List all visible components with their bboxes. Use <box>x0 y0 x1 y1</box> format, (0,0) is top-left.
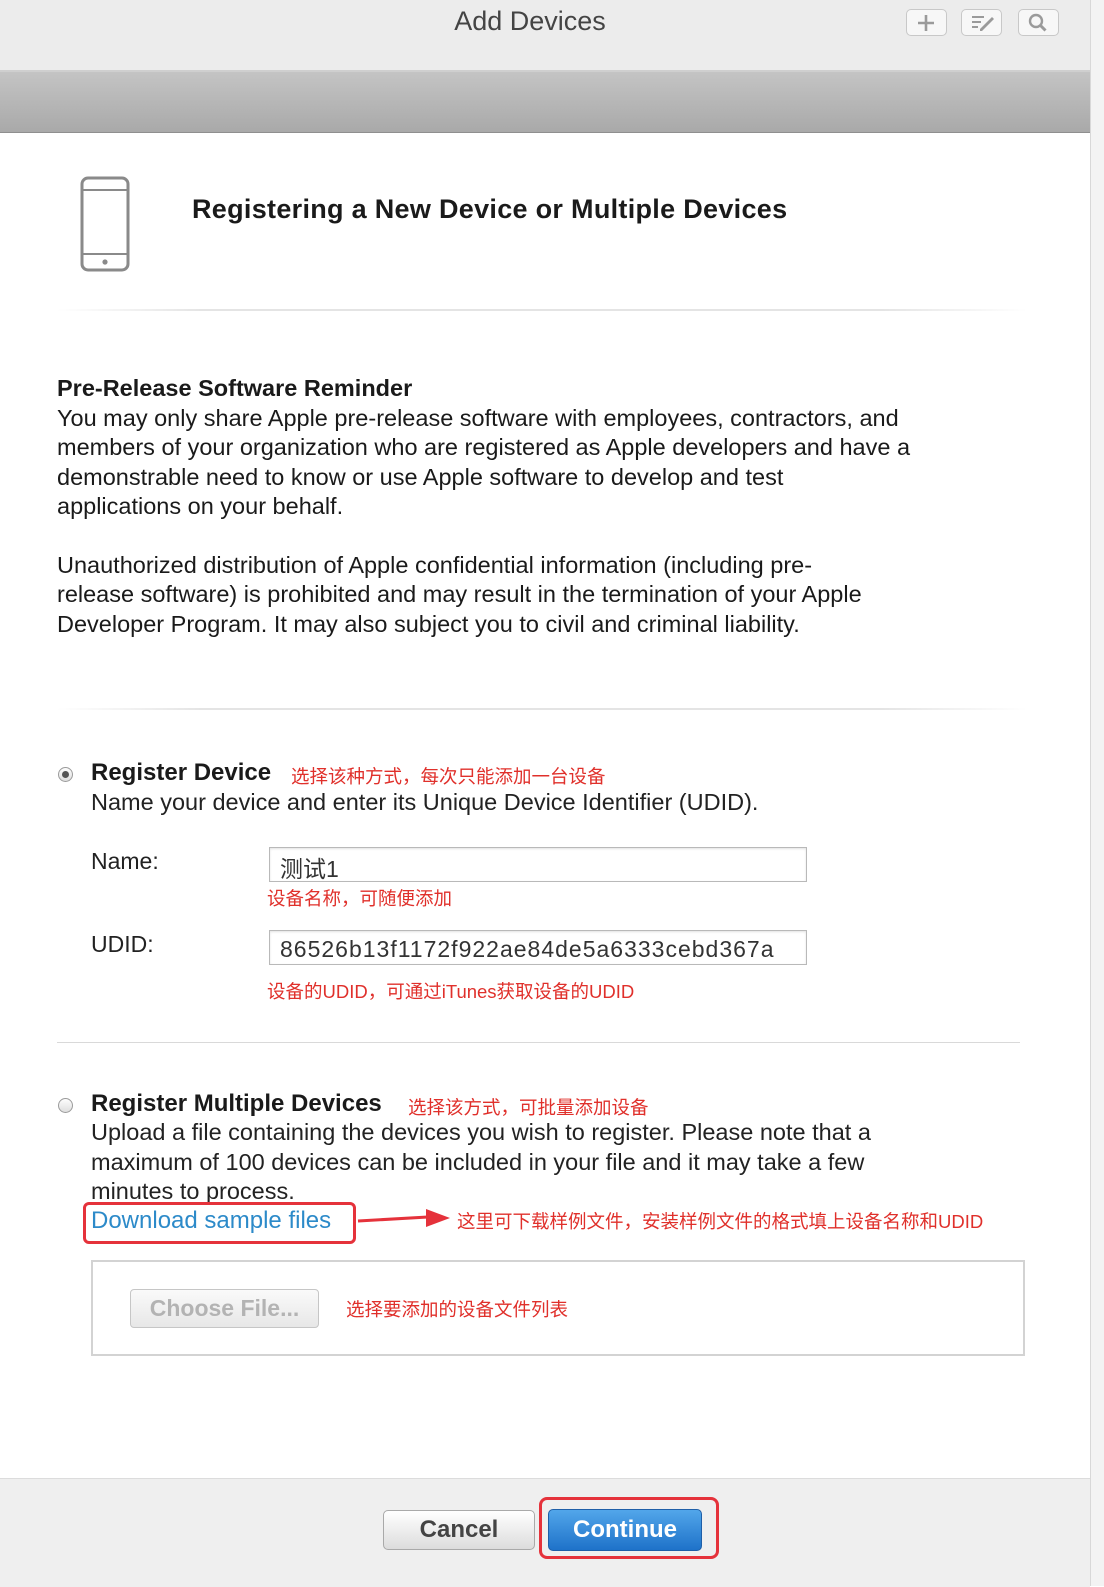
udid-label: UDID: <box>91 931 154 957</box>
download-sample-files-link[interactable]: Download sample files <box>91 1207 331 1235</box>
arrow-icon <box>356 1207 452 1238</box>
reminder-line: Developer Program. It may also subject y… <box>57 610 800 637</box>
name-label: Name: <box>91 848 159 874</box>
description-line: Upload a file containing the devices you… <box>91 1119 871 1145</box>
reminder-line: You may only share Apple pre-release sof… <box>57 404 899 431</box>
window-edge <box>1090 0 1104 1586</box>
title-bar: Add Devices <box>0 0 1090 72</box>
continue-button[interactable]: Continue <box>548 1509 702 1551</box>
window-title: Add Devices <box>454 6 606 36</box>
name-annotation: 设备名称，可随便添加 <box>267 888 453 909</box>
device-name-field[interactable] <box>280 853 796 880</box>
prerelease-reminder: Pre-Release Software Reminder You may on… <box>57 374 1017 639</box>
divider <box>57 708 1027 710</box>
reminder-line: members of your organization who are reg… <box>57 434 911 460</box>
reminder-title: Pre-Release Software Reminder <box>57 375 413 401</box>
udid-input[interactable] <box>269 930 807 965</box>
choose-file-annotation: 选择要添加的设备文件列表 <box>346 1299 569 1320</box>
register-multiple-description: Upload a file containing the devices you… <box>91 1118 871 1207</box>
reminder-line: Unauthorized distribution of Apple confi… <box>57 551 813 578</box>
page-title: Registering a New Device or Multiple Dev… <box>192 194 788 224</box>
divider <box>57 1042 1020 1043</box>
udid-annotation: 设备的UDID，可通过iTunes获取设备的UDID <box>267 981 635 1002</box>
edit-button[interactable] <box>961 9 1002 36</box>
register-device-description: Name your device and enter its Unique De… <box>91 789 759 815</box>
reminder-line: applications on your behalf. <box>57 493 344 519</box>
search-button[interactable] <box>1018 9 1059 36</box>
register-device-annotation: 选择该种方式，每次只能添加一台设备 <box>291 766 606 787</box>
download-annotation: 这里可下载样例文件，安装样例文件的格式填上设备名称和UDID <box>457 1211 984 1232</box>
register-device-title[interactable]: Register Device <box>91 759 271 787</box>
reminder-line: demonstrable need to know or use Apple s… <box>57 463 784 490</box>
divider <box>57 309 1027 311</box>
device-name-input[interactable] <box>269 847 807 882</box>
udid-field[interactable] <box>280 936 796 963</box>
register-multiple-annotation: 选择该方式，可批量添加设备 <box>408 1097 649 1118</box>
register-multiple-radio[interactable] <box>58 1098 73 1113</box>
add-button[interactable] <box>906 9 947 36</box>
register-device-radio[interactable] <box>58 767 73 782</box>
description-line: maximum of 100 devices can be included i… <box>91 1148 865 1175</box>
reminder-line: release software) is prohibited and may … <box>57 581 862 607</box>
register-multiple-title[interactable]: Register Multiple Devices <box>91 1090 382 1118</box>
choose-file-button[interactable]: Choose File... <box>130 1289 319 1328</box>
radio-selected-dot <box>62 771 69 778</box>
reminder-spacer <box>57 522 1017 551</box>
toolbar-band <box>0 72 1090 133</box>
cancel-button[interactable]: Cancel <box>383 1510 535 1550</box>
iphone-icon <box>80 176 130 277</box>
